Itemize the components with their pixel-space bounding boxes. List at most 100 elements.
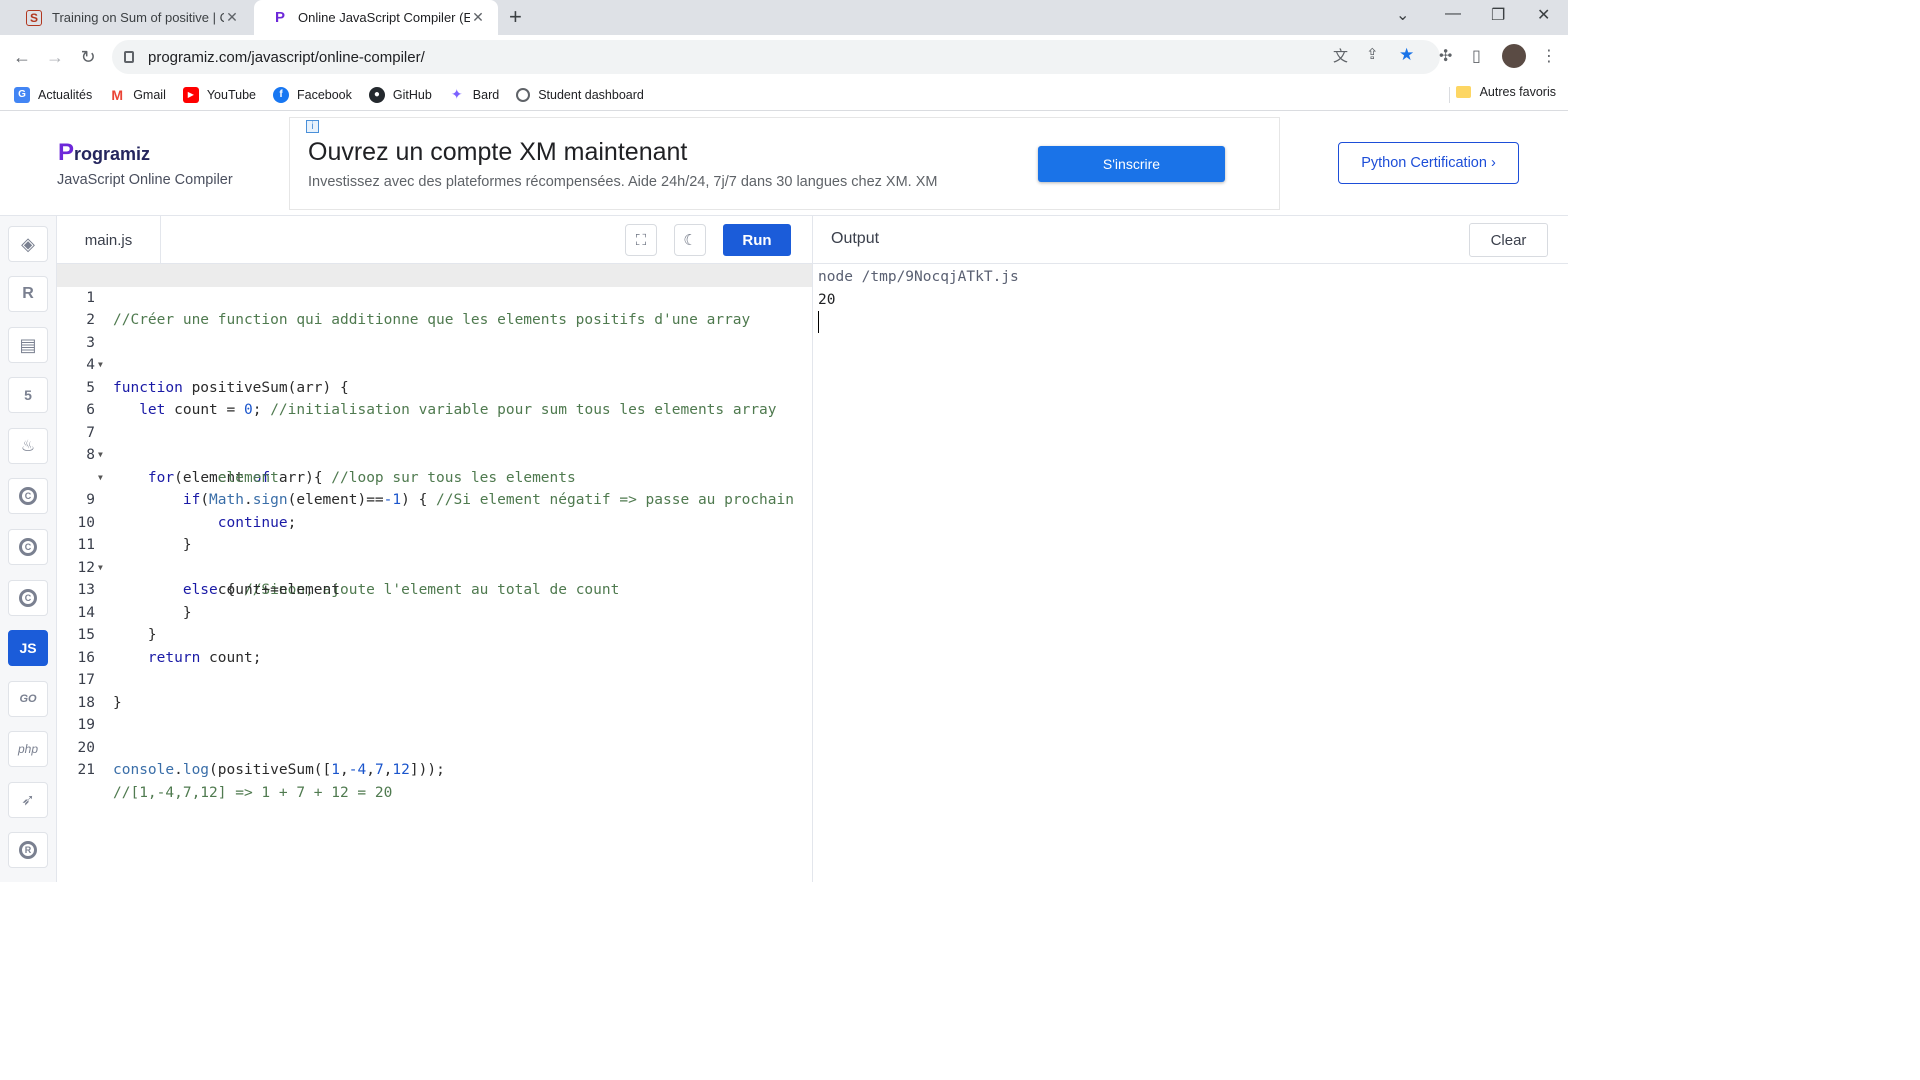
ad-title[interactable]: Ouvrez un compte XM maintenant <box>308 138 687 167</box>
bookmark-label: Facebook <box>296 87 352 102</box>
share-icon[interactable]: ⇪ <box>1366 45 1379 63</box>
dark-mode-icon[interactable]: ☾ <box>674 224 706 256</box>
lang-html[interactable]: 5 <box>8 377 48 413</box>
lang-c[interactable]: C <box>8 478 48 514</box>
new-tab-button[interactable]: + <box>509 6 522 28</box>
code-text[interactable]: console.log(positiveSum([1,-4,7,12])); <box>113 759 445 782</box>
bookmarks-bar: G Actualités M Gmail ▶ YouTube f Faceboo… <box>0 79 1568 111</box>
lock-icon[interactable] <box>124 51 134 63</box>
bard-icon: ✦ <box>450 86 463 102</box>
code-line[interactable]: 12 count+=element <box>57 534 812 599</box>
lang-php[interactable]: php <box>8 731 48 767</box>
output-title: Output <box>831 230 880 247</box>
code-line[interactable]: 20 console.log(positiveSum([1,-4,7,12]))… <box>57 714 812 779</box>
lang-cpp[interactable]: C <box>8 529 48 565</box>
lang-csharp[interactable]: C <box>8 580 48 616</box>
back-icon[interactable]: ← <box>10 45 34 69</box>
url-text[interactable]: programiz.com/javascript/online-compiler… <box>148 49 425 66</box>
run-button[interactable]: Run <box>723 224 791 256</box>
fullscreen-icon[interactable]: ⛶ <box>625 224 657 256</box>
code-line[interactable]: 9 continue; <box>57 467 812 531</box>
code-line[interactable]: 5 let count = 0; //initialisation variab… <box>57 354 812 419</box>
file-tab-main-js[interactable]: main.js <box>57 216 161 264</box>
code-editor[interactable]: 1 //Créer une function qui additionne qu… <box>57 264 812 882</box>
youtube-icon: ▶ <box>182 86 199 103</box>
reload-icon[interactable]: ↻ <box>76 45 100 69</box>
bookmark-label: Bard <box>472 87 500 102</box>
code-line[interactable]: 17 } <box>57 647 812 711</box>
ad-info-icon[interactable]: i <box>306 120 319 133</box>
extensions-icon[interactable]: ✣ <box>1439 46 1452 66</box>
code-line[interactable]: 3 ▼ function positiveSum(arr) { <box>57 309 812 396</box>
line-number: 21 <box>77 762 95 778</box>
translate-icon[interactable]: 文 <box>1333 45 1348 66</box>
lang-sql[interactable]: ▤ <box>8 327 48 363</box>
code-line[interactable]: 19 <box>57 692 812 733</box>
code-line[interactable]: 13 } <box>57 557 812 621</box>
clear-button[interactable]: Clear <box>1469 223 1548 257</box>
lang-javascript[interactable]: JS <box>8 630 48 666</box>
editor-toolbar: main.js ⛶ ☾ Run <box>57 216 812 264</box>
code-line[interactable]: 2 <box>57 287 812 328</box>
close-tab-icon[interactable]: ✕ <box>224 9 240 26</box>
bookmark-star-icon[interactable]: ★ <box>1399 45 1414 65</box>
code-line[interactable]: 18 <box>57 669 812 711</box>
logo-text: rogramiz <box>74 144 151 164</box>
code-line[interactable]: 10 } <box>57 489 812 554</box>
code-line[interactable]: 7 ▼ for(element of arr){ //loop sur tous… <box>57 399 812 486</box>
programiz-logo[interactable]: Programiz <box>58 139 150 167</box>
bookmark-facebook[interactable]: f Facebook <box>272 86 352 103</box>
code-line[interactable]: 21 //[1,-4,7,12] => 1 + 7 + 12 = 20 <box>57 737 812 801</box>
ad-banner[interactable]: i Ouvrez un compte XM maintenant Investi… <box>289 117 1280 210</box>
bookmark-youtube[interactable]: ▶ YouTube <box>182 86 256 103</box>
lang-python[interactable]: ◈ <box>8 226 48 262</box>
lang-swift[interactable]: ➶ <box>8 782 48 818</box>
code-line[interactable]: 14 } <box>57 579 812 644</box>
bookmark-github[interactable]: ● GitHub <box>368 86 432 103</box>
lang-java[interactable]: ♨ <box>8 428 48 464</box>
lang-rust[interactable]: R <box>8 832 48 868</box>
tab-codewars[interactable]: S Training on Sum of positive | Cod ✕ <box>8 0 252 35</box>
github-icon: ● <box>368 86 385 103</box>
bookmark-label: GitHub <box>392 87 432 102</box>
code-line[interactable]: 1 //Créer une function qui additionne qu… <box>57 264 812 328</box>
code-line[interactable]: 6 <box>57 377 812 418</box>
restore-icon[interactable]: ❐ <box>1491 5 1505 25</box>
database-icon: ▤ <box>19 334 37 355</box>
cpp-icon: C <box>19 538 37 556</box>
globe-icon <box>516 87 531 102</box>
minimize-icon[interactable]: — <box>1445 5 1461 23</box>
python-icon: ◈ <box>21 233 35 254</box>
lang-r[interactable]: R <box>8 276 48 312</box>
code-line[interactable]: 16 <box>57 624 812 666</box>
lang-go[interactable]: GO <box>8 681 48 717</box>
c-icon: C <box>19 487 37 505</box>
bookmark-gmail[interactable]: M Gmail <box>109 87 166 103</box>
code-line[interactable]: 11 ▼ else { //Sinon, ajoute l'element au… <box>57 512 812 598</box>
avatar[interactable] <box>1502 44 1526 68</box>
code-text[interactable]: //[1,-4,7,12] => 1 + 7 + 12 = 20 <box>113 782 392 805</box>
menu-icon[interactable]: ⋮ <box>1541 46 1557 66</box>
divider <box>1449 87 1450 103</box>
close-tab-icon[interactable]: ✕ <box>470 9 486 26</box>
bookmark-student-dashboard[interactable]: Student dashboard <box>516 87 644 102</box>
code-line[interactable]: 15 return count; <box>57 602 812 666</box>
code-line[interactable]: 4 <box>57 332 812 373</box>
code-line-wrapped[interactable]: element <box>57 444 812 486</box>
tab-title: Online JavaScript Compiler (Edito <box>298 10 470 25</box>
forward-icon[interactable]: → <box>43 45 67 69</box>
bookmark-actualites[interactable]: G Actualités <box>14 86 92 103</box>
code-line[interactable]: 8 ▼ if(Math.sign(element)==-1) { //Si el… <box>57 422 812 508</box>
facebook-icon: f <box>272 86 289 103</box>
side-panel-icon[interactable]: ▯ <box>1472 46 1481 66</box>
language-sidebar: ◈ R ▤ 5 ♨ C C C JS GO php ➶ R <box>0 216 57 882</box>
close-window-icon[interactable]: ✕ <box>1537 5 1550 25</box>
tab-search-icon[interactable]: ⌄ <box>1396 5 1409 25</box>
bookmark-bard[interactable]: ✦ Bard <box>449 86 500 103</box>
output-console[interactable]: node /tmp/9NocqjATkT.js 20 <box>812 264 1568 882</box>
python-certification-button[interactable]: Python Certification › <box>1338 142 1519 184</box>
other-bookmarks[interactable]: Autres favoris <box>1455 85 1556 99</box>
address-bar[interactable]: programiz.com/javascript/online-compiler… <box>112 40 1440 74</box>
ad-signup-button[interactable]: S'inscrire <box>1038 146 1225 182</box>
tab-programiz[interactable]: P Online JavaScript Compiler (Edito ✕ <box>254 0 498 35</box>
